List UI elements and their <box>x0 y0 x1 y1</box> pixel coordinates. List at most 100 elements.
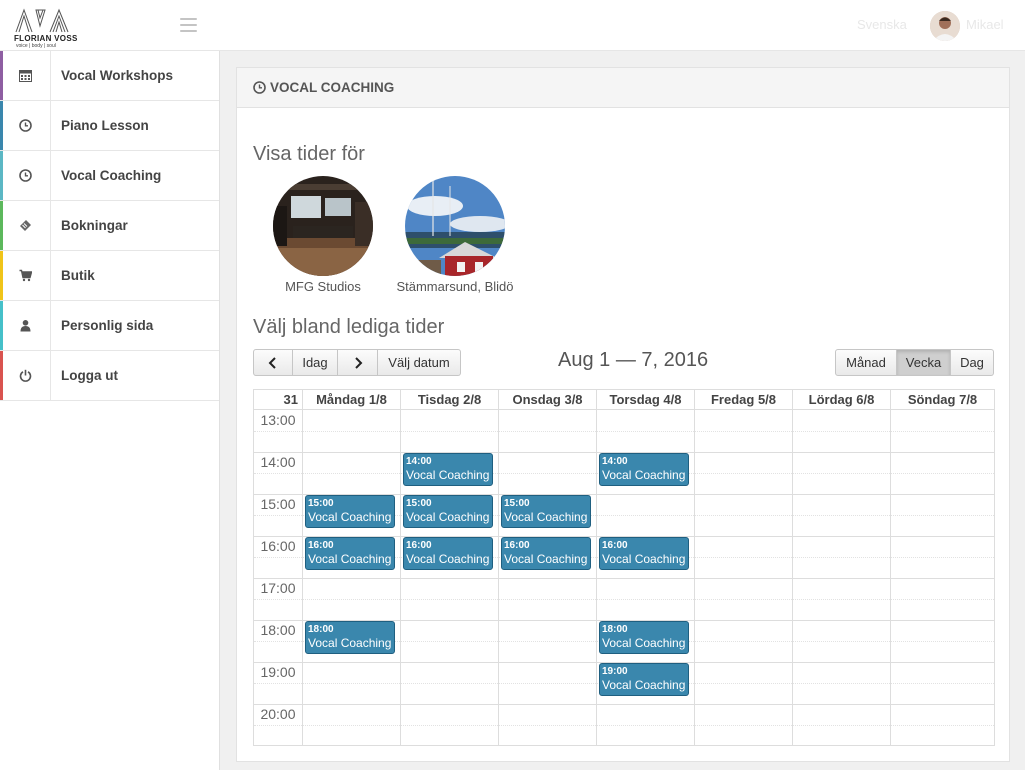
sidebar: Vocal Workshops Piano Lesson Vocal Coach… <box>0 51 220 770</box>
time-label: 13:00 <box>260 412 296 428</box>
calendar-event[interactable]: 16:00 Vocal Coaching <box>599 537 689 570</box>
calendar-event[interactable]: 16:00 Vocal Coaching <box>403 537 493 570</box>
panel-title: VOCAL COACHING <box>270 80 395 95</box>
username[interactable]: Mikael <box>966 17 1004 32</box>
calendar-event[interactable]: 15:00 Vocal Coaching <box>305 495 395 528</box>
location-photo <box>405 176 505 276</box>
sidebar-item-piano-lesson[interactable]: Piano Lesson <box>0 101 219 151</box>
sidebar-item-logga-ut[interactable]: Logga ut <box>0 351 219 401</box>
sidebar-item-butik[interactable]: Butik <box>0 251 219 301</box>
event-title: Vocal Coaching <box>504 510 588 524</box>
logo-tagline: voice | body | soul <box>16 43 56 49</box>
event-title: Vocal Coaching <box>308 510 392 524</box>
view-day-button[interactable]: Dag <box>951 349 994 376</box>
week-number: 31 <box>283 392 298 407</box>
sidebar-item-label: Butik <box>61 268 95 283</box>
location-stammarsund[interactable]: Stämmarsund, Blidö <box>385 176 525 294</box>
event-time: 16:00 <box>504 540 530 551</box>
calendar-header-row: 31 Måndag 1/8 Tisdag 2/8 Onsdag 3/8 Torsdag… <box>254 390 994 410</box>
ticket-icon <box>19 220 31 231</box>
event-title: Vocal Coaching <box>602 678 686 692</box>
calendar-event[interactable]: 14:00 Vocal Coaching <box>403 453 493 486</box>
day-column-header: Söndag 7/8 <box>890 390 994 410</box>
sidebar-item-accent <box>0 201 3 250</box>
hour-line <box>254 704 994 705</box>
sidebar-item-accent <box>0 151 3 200</box>
sidebar-item-personlig-sida[interactable]: Personlig sida <box>0 301 219 351</box>
user-icon <box>20 320 30 332</box>
calendar-event[interactable]: 18:00 Vocal Coaching <box>305 621 395 654</box>
power-icon <box>19 369 31 382</box>
sidebar-item-accent <box>0 51 3 100</box>
calendar-event[interactable]: 15:00 Vocal Coaching <box>403 495 493 528</box>
event-title: Vocal Coaching <box>308 636 392 650</box>
menu-toggle-icon[interactable] <box>180 18 197 32</box>
event-title: Vocal Coaching <box>406 510 490 524</box>
language-selector[interactable]: Svenska <box>857 17 907 32</box>
day-column-header: Tisdag 2/8 <box>400 390 498 410</box>
time-label: 20:00 <box>260 706 296 722</box>
event-title: Vocal Coaching <box>602 552 686 566</box>
calendar-event[interactable]: 16:00 Vocal Coaching <box>305 537 395 570</box>
event-time: 18:00 <box>602 624 628 635</box>
event-time: 14:00 <box>602 456 628 467</box>
location-mfg-studios[interactable]: MFG Studios <box>253 176 393 294</box>
half-hour-line <box>254 599 994 600</box>
panel-header: VOCAL COACHING <box>237 68 1009 108</box>
event-time: 19:00 <box>602 666 628 677</box>
calendar-event[interactable]: 16:00 Vocal Coaching <box>501 537 591 570</box>
event-time: 16:00 <box>602 540 628 551</box>
today-button[interactable]: Idag <box>293 349 338 376</box>
sidebar-item-vocal-workshops[interactable]: Vocal Workshops <box>0 51 219 101</box>
next-button[interactable] <box>338 349 378 376</box>
logo-name: FLORIAN VOSS <box>14 34 78 43</box>
calendar-event[interactable]: 19:00 Vocal Coaching <box>599 663 689 696</box>
time-label: 19:00 <box>260 664 296 680</box>
pick-date-button[interactable]: Välj datum <box>378 349 461 376</box>
sidebar-item-accent <box>0 301 3 350</box>
day-column-header: Onsdag 3/8 <box>498 390 596 410</box>
sidebar-item-label: Logga ut <box>61 368 118 383</box>
clock-icon <box>18 169 32 182</box>
sidebar-item-label: Vocal Coaching <box>61 168 162 183</box>
time-label: 16:00 <box>260 538 296 554</box>
event-title: Vocal Coaching <box>504 552 588 566</box>
sidebar-item-bokningar[interactable]: Bokningar <box>0 201 219 251</box>
event-title: Vocal Coaching <box>602 636 686 650</box>
event-time: 15:00 <box>308 498 334 509</box>
sidebar-item-label: Personlig sida <box>61 318 154 333</box>
view-week-button[interactable]: Vecka <box>897 349 951 376</box>
view-switcher: Månad Vecka Dag <box>835 349 994 376</box>
event-title: Vocal Coaching <box>308 552 392 566</box>
chevron-right-icon <box>354 356 362 369</box>
sidebar-item-label: Bokningar <box>61 218 128 233</box>
cart-icon <box>19 269 32 282</box>
logo[interactable]: FLORIAN VOSS voice | body | soul <box>14 6 84 49</box>
event-title: Vocal Coaching <box>406 468 490 482</box>
view-month-button[interactable]: Månad <box>835 349 897 376</box>
choose-times-heading: Välj bland lediga tider <box>253 316 445 338</box>
location-name: MFG Studios <box>285 279 361 294</box>
time-label: 14:00 <box>260 454 296 470</box>
avatar[interactable] <box>930 11 960 41</box>
location-photo <box>273 176 373 276</box>
day-column-header: Fredag 5/8 <box>694 390 792 410</box>
event-time: 16:00 <box>406 540 432 551</box>
show-times-heading: Visa tider för <box>253 143 365 165</box>
logo-mark-icon <box>15 8 69 33</box>
clock-icon <box>18 119 32 132</box>
event-time: 14:00 <box>406 456 432 467</box>
calendar-nav-group: Idag Välj datum <box>253 349 461 376</box>
calendar-event[interactable]: 14:00 Vocal Coaching <box>599 453 689 486</box>
week-calendar: 31 Måndag 1/8 Tisdag 2/8 Onsdag 3/8 Torsdag… <box>253 389 995 746</box>
day-column-header: Torsdag 4/8 <box>596 390 694 410</box>
calendar-event[interactable]: 18:00 Vocal Coaching <box>599 621 689 654</box>
sidebar-item-vocal-coaching[interactable]: Vocal Coaching <box>0 151 219 201</box>
prev-button[interactable] <box>253 349 293 376</box>
hour-line <box>254 578 994 579</box>
sidebar-item-label: Piano Lesson <box>61 118 149 133</box>
location-name: Stämmarsund, Blidö <box>396 279 514 294</box>
calendar-event[interactable]: 15:00 Vocal Coaching <box>501 495 591 528</box>
sidebar-item-accent <box>0 101 3 150</box>
event-time: 16:00 <box>308 540 334 551</box>
